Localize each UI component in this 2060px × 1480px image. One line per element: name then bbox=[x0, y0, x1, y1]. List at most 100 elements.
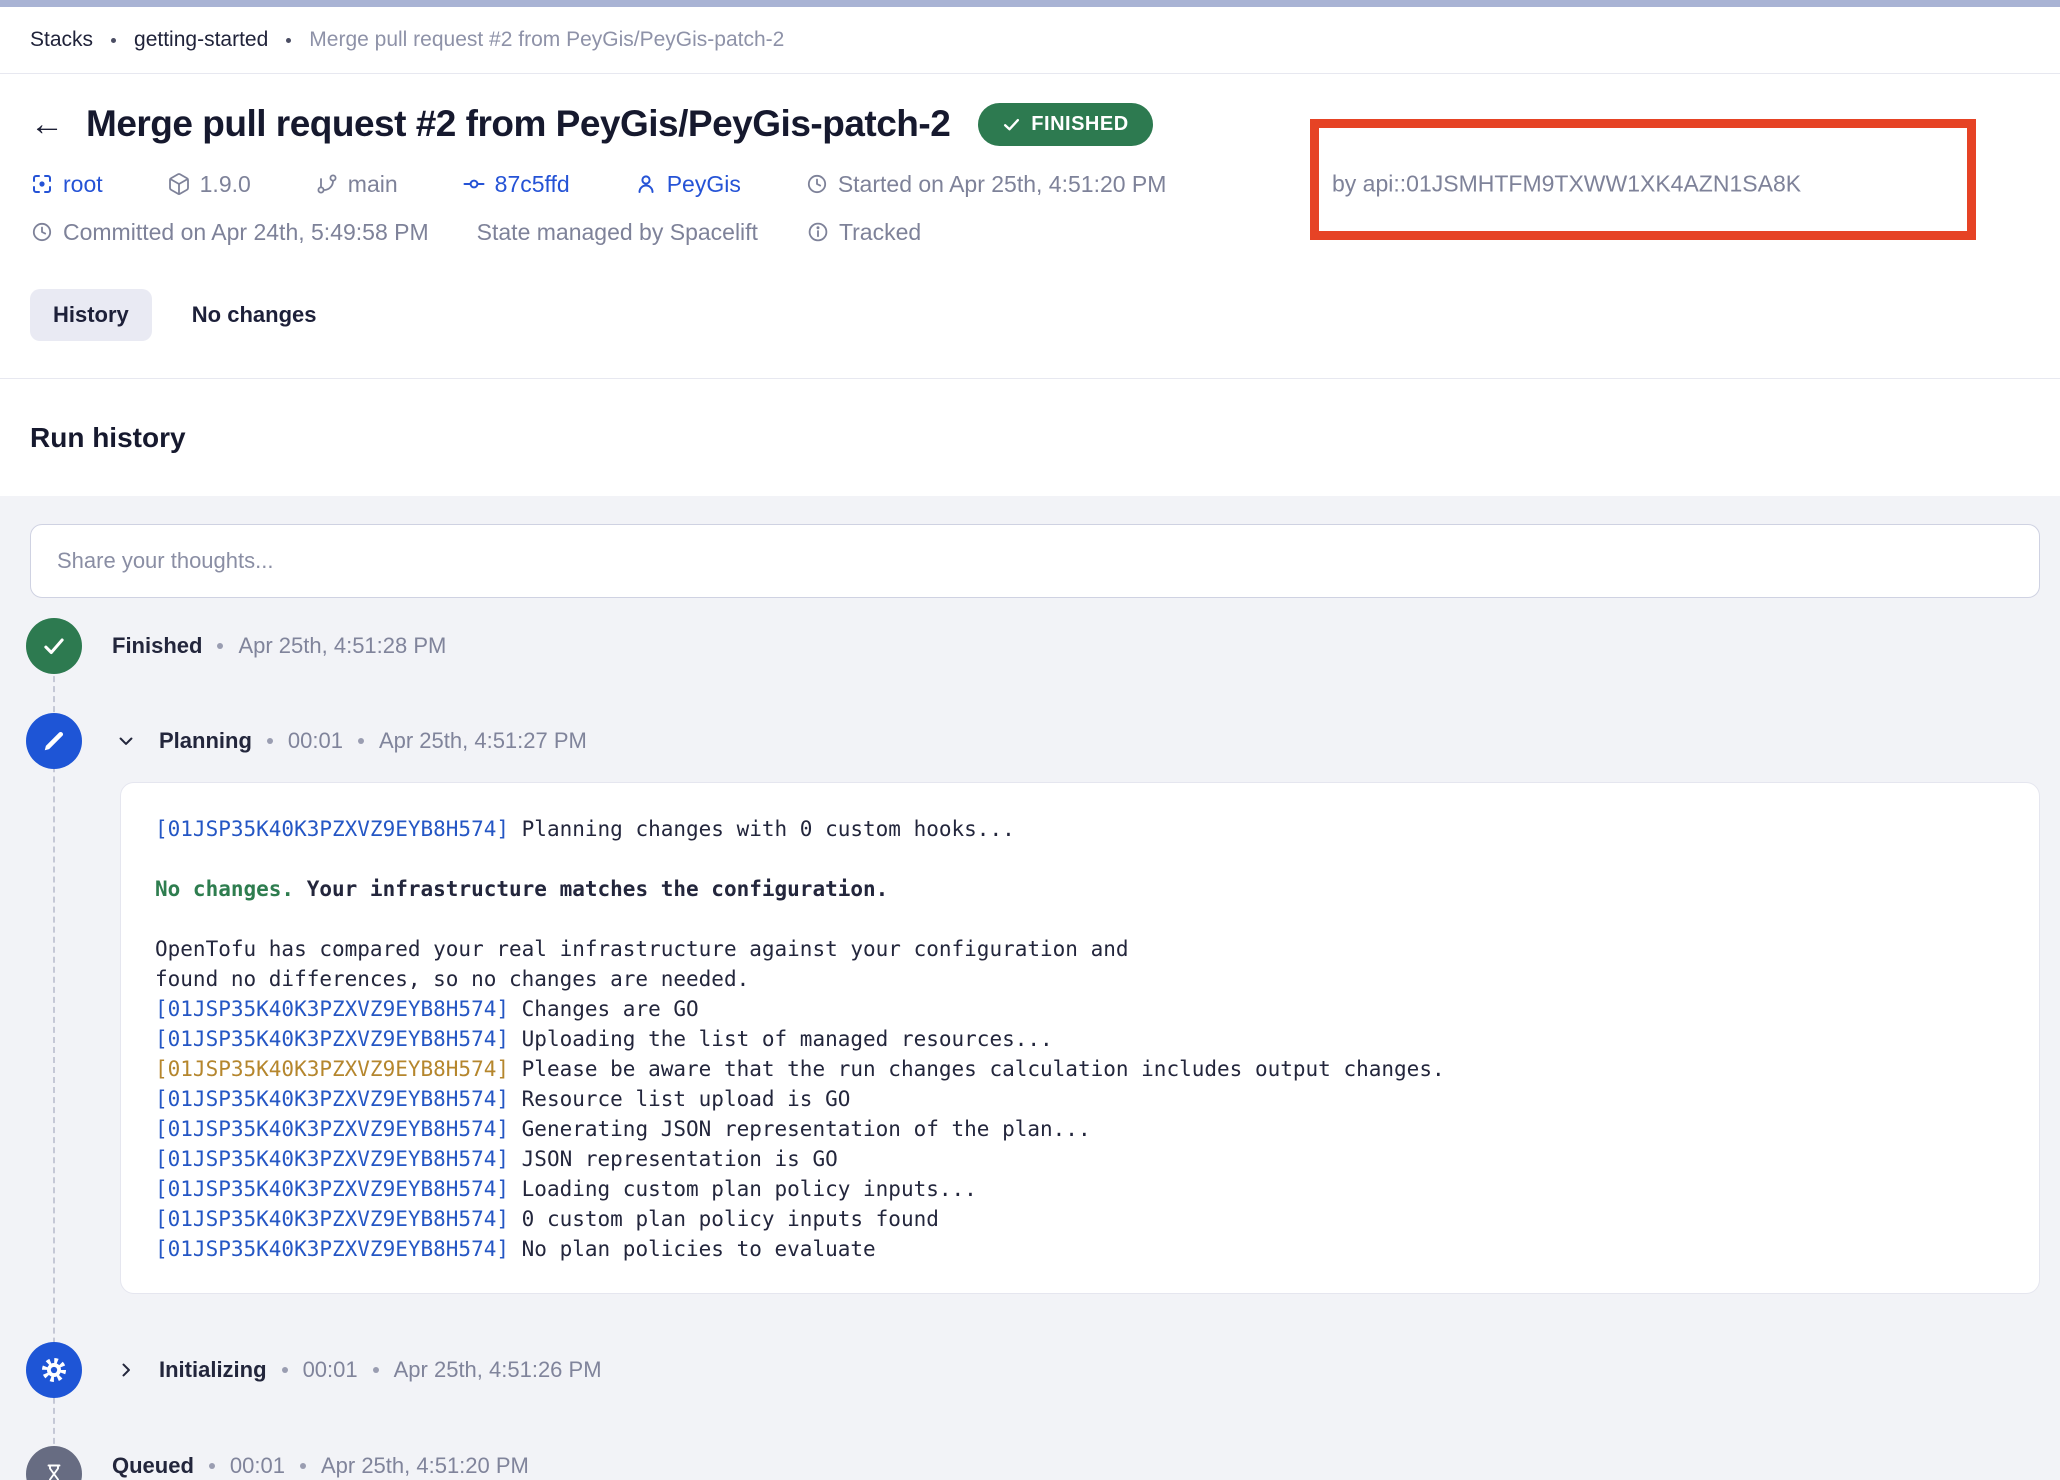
root-label: root bbox=[63, 171, 103, 198]
log-run-id: [01JSP35K40K3PZXVZ9EYB8H574] bbox=[155, 997, 509, 1021]
top-accent-bar bbox=[0, 0, 2060, 7]
package-icon bbox=[167, 172, 191, 196]
person-icon bbox=[634, 172, 658, 196]
planning-label: Planning bbox=[159, 728, 252, 754]
log-run-id: [01JSP35K40K3PZXVZ9EYB8H574] bbox=[155, 817, 509, 841]
dot-separator bbox=[209, 1463, 215, 1469]
run-history-title: Run history bbox=[30, 422, 186, 454]
planning-time: Apr 25th, 4:51:27 PM bbox=[379, 728, 587, 754]
hourglass-icon bbox=[42, 1462, 66, 1480]
log-run-id: [01JSP35K40K3PZXVZ9EYB8H574] bbox=[155, 1177, 509, 1201]
comment-input[interactable] bbox=[30, 524, 2040, 598]
planning-status-icon bbox=[26, 713, 82, 769]
clock-icon bbox=[805, 172, 829, 196]
breadcrumb-run-title: Merge pull request #2 from PeyGis/PeyGis… bbox=[309, 28, 784, 52]
branch-icon bbox=[315, 172, 339, 196]
planning-log-output: [01JSP35K40K3PZXVZ9EYB8H574] Planning ch… bbox=[120, 782, 2040, 1294]
tab-history[interactable]: History bbox=[30, 289, 152, 341]
dot-separator bbox=[267, 738, 273, 744]
log-no-changes: No changes. bbox=[155, 877, 294, 901]
clock-icon bbox=[30, 220, 54, 244]
breadcrumb: Stacks getting-started Merge pull reques… bbox=[0, 7, 2060, 74]
chevron-down-icon[interactable] bbox=[116, 731, 136, 751]
page-title: Merge pull request #2 from PeyGis/PeyGis… bbox=[86, 103, 950, 145]
status-badge-label: FINISHED bbox=[1031, 113, 1128, 136]
committed-item: Committed on Apr 24th, 5:49:58 PM bbox=[30, 219, 429, 246]
run-meta-row-2: Committed on Apr 24th, 5:49:58 PM State … bbox=[30, 216, 2030, 248]
log-text: Loading custom plan policy inputs... bbox=[509, 1177, 977, 1201]
log-text: Changes are GO bbox=[509, 997, 699, 1021]
target-icon bbox=[30, 172, 54, 196]
info-icon bbox=[806, 220, 830, 244]
queued-status-icon bbox=[26, 1446, 82, 1480]
dot-separator bbox=[300, 1463, 306, 1469]
triggered-by-item: by api::01JSMHTFM9TXWW1XK4AZN1SA8K bbox=[1332, 171, 1801, 198]
log-text: OpenTofu has compared your real infrastr… bbox=[155, 937, 1129, 961]
log-text: Resource list upload is GO bbox=[509, 1087, 850, 1111]
initializing-status-icon bbox=[26, 1342, 82, 1398]
log-run-id: [01JSP35K40K3PZXVZ9EYB8H574] bbox=[155, 1027, 509, 1051]
log-run-id: [01JSP35K40K3PZXVZ9EYB8H574] bbox=[155, 1087, 509, 1111]
log-text: Planning changes with 0 custom hooks... bbox=[509, 817, 1015, 841]
log-run-id: [01JSP35K40K3PZXVZ9EYB8H574] bbox=[155, 1207, 509, 1231]
timeline-row-queued[interactable]: Queued 00:01 Apr 25th, 4:51:20 PM bbox=[112, 1444, 529, 1480]
timeline-row-planning[interactable]: Planning 00:01 Apr 25th, 4:51:27 PM bbox=[116, 719, 587, 763]
chevron-right-icon[interactable] bbox=[116, 1360, 136, 1380]
stack-root-link[interactable]: root bbox=[30, 171, 103, 198]
started-label: Started on Apr 25th, 4:51:20 PM bbox=[838, 171, 1167, 198]
log-text: Your infrastructure matches the configur… bbox=[294, 877, 888, 901]
commit-link[interactable]: 87c5ffd bbox=[462, 171, 570, 198]
run-header: ← Merge pull request #2 from PeyGis/PeyG… bbox=[0, 74, 2060, 378]
log-text: 0 custom plan policy inputs found bbox=[509, 1207, 939, 1231]
breadcrumb-separator bbox=[111, 38, 116, 43]
breadcrumb-stacks[interactable]: Stacks bbox=[30, 28, 93, 52]
finished-time: Apr 25th, 4:51:28 PM bbox=[238, 633, 446, 659]
timeline-row-initializing[interactable]: Initializing 00:01 Apr 25th, 4:51:26 PM bbox=[116, 1348, 602, 1392]
tracked-label: Tracked bbox=[839, 219, 921, 246]
dot-separator bbox=[217, 643, 223, 649]
check-icon bbox=[41, 633, 67, 659]
author-label: PeyGis bbox=[667, 171, 741, 198]
status-badge: FINISHED bbox=[978, 103, 1152, 146]
branch-label: main bbox=[348, 171, 398, 198]
author-link[interactable]: PeyGis bbox=[634, 171, 741, 198]
dot-separator bbox=[358, 738, 364, 744]
finished-status-icon bbox=[26, 618, 82, 674]
finished-label: Finished bbox=[112, 633, 202, 659]
branch-item: main bbox=[315, 171, 398, 198]
queued-label: Queued bbox=[112, 1453, 194, 1479]
timeline-row-finished[interactable]: Finished Apr 25th, 4:51:28 PM bbox=[112, 624, 446, 668]
tab-no-changes[interactable]: No changes bbox=[192, 302, 317, 328]
planning-duration: 00:01 bbox=[288, 728, 343, 754]
initializing-duration: 00:01 bbox=[303, 1357, 358, 1383]
log-run-id: [01JSP35K40K3PZXVZ9EYB8H574] bbox=[155, 1147, 509, 1171]
tracked-item: Tracked bbox=[806, 219, 921, 246]
initializing-time: Apr 25th, 4:51:26 PM bbox=[394, 1357, 602, 1383]
run-tabs: History No changes bbox=[30, 288, 2030, 342]
log-run-id: [01JSP35K40K3PZXVZ9EYB8H574] bbox=[155, 1237, 509, 1261]
run-history-header: Run history bbox=[0, 379, 2060, 496]
started-item: Started on Apr 25th, 4:51:20 PM bbox=[805, 171, 1167, 198]
run-meta-row-1: root 1.9.0 main 87c5ffd PeyGis Started o… bbox=[30, 168, 2030, 200]
committed-label: Committed on Apr 24th, 5:49:58 PM bbox=[63, 219, 429, 246]
triggered-by-label: by api::01JSMHTFM9TXWW1XK4AZN1SA8K bbox=[1332, 171, 1801, 198]
queued-time: Apr 25th, 4:51:20 PM bbox=[321, 1453, 529, 1479]
log-text: No plan policies to evaluate bbox=[509, 1237, 876, 1261]
dot-separator bbox=[373, 1367, 379, 1373]
pencil-icon bbox=[41, 728, 67, 754]
log-text: Please be aware that the run changes cal… bbox=[509, 1057, 1445, 1081]
version-item: 1.9.0 bbox=[167, 171, 251, 198]
state-managed-item: State managed by Spacelift bbox=[477, 219, 758, 246]
log-run-id: [01JSP35K40K3PZXVZ9EYB8H574] bbox=[155, 1117, 509, 1141]
state-managed-label: State managed by Spacelift bbox=[477, 219, 758, 246]
back-button[interactable]: ← bbox=[30, 107, 64, 141]
dot-separator bbox=[282, 1367, 288, 1373]
initializing-label: Initializing bbox=[159, 1357, 267, 1383]
check-icon bbox=[1002, 115, 1021, 134]
commit-icon bbox=[462, 172, 486, 196]
breadcrumb-stack-name[interactable]: getting-started bbox=[134, 28, 268, 52]
log-text: JSON representation is GO bbox=[509, 1147, 838, 1171]
run-history-timeline: Finished Apr 25th, 4:51:28 PM Planning 0… bbox=[0, 496, 2060, 1480]
breadcrumb-separator bbox=[286, 38, 291, 43]
commit-label: 87c5ffd bbox=[495, 171, 570, 198]
